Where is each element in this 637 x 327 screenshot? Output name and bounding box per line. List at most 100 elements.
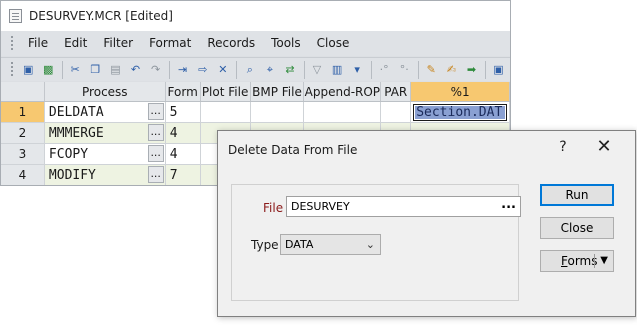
delete-data-dialog: Delete Data From File ? ✕ File DESURVEY …: [217, 130, 636, 317]
menu-edit[interactable]: Edit: [56, 31, 95, 56]
row-number[interactable]: 1: [1, 102, 45, 122]
process-cell[interactable]: MODIFY ...: [44, 165, 166, 185]
toolbar-separator: [236, 60, 238, 79]
redo-icon[interactable]: ↷: [147, 60, 164, 79]
process-cell[interactable]: MMMERGE ...: [44, 123, 166, 143]
process-value: FCOPY: [48, 147, 89, 162]
menu-filter[interactable]: Filter: [95, 31, 141, 56]
help-icon[interactable]: ?: [555, 139, 571, 155]
header-bmp-file[interactable]: BMP File: [251, 82, 305, 101]
decimal-decrease-icon[interactable]: °·: [396, 60, 413, 79]
save-icon[interactable]: ▣: [20, 60, 37, 79]
menu-bar: File Edit Filter Format Records Tools Cl…: [1, 31, 510, 56]
process-value: MODIFY: [48, 168, 96, 183]
close-button[interactable]: Close: [540, 217, 614, 239]
bmp-file-cell[interactable]: [250, 102, 305, 122]
menu-format[interactable]: Format: [141, 31, 199, 56]
form-cell[interactable]: 4: [165, 144, 201, 164]
undo-icon[interactable]: ↶: [127, 60, 144, 79]
row-number[interactable]: 2: [1, 123, 45, 143]
type-select[interactable]: DATA ⌄: [280, 234, 381, 255]
process-value: DELDATA: [48, 105, 104, 120]
header-form[interactable]: Form: [166, 82, 201, 101]
menu-records[interactable]: Records: [199, 31, 263, 56]
dropdown-icon[interactable]: ▾: [349, 60, 366, 79]
process-ellipsis-button[interactable]: ...: [147, 124, 164, 141]
header-append-rop[interactable]: Append-ROP: [304, 82, 382, 101]
par-cell[interactable]: [381, 102, 412, 122]
append-row-icon[interactable]: ⇨: [194, 60, 211, 79]
file-browse-button[interactable]: ...: [501, 195, 516, 214]
type-value: DATA: [285, 238, 314, 251]
excel-icon[interactable]: ▩: [40, 60, 57, 79]
file-label: File: [263, 201, 284, 215]
plot-file-cell[interactable]: [200, 102, 251, 122]
find-next-icon[interactable]: ⌖: [261, 60, 278, 79]
process-ellipsis-button[interactable]: ...: [147, 103, 164, 120]
toolbar-separator: [485, 60, 486, 79]
forms-divider: [594, 254, 595, 268]
form-value: 4: [169, 126, 178, 141]
form-cell[interactable]: 5: [165, 102, 201, 122]
edit-form-icon[interactable]: ✎: [423, 60, 440, 79]
filter-icon[interactable]: ▽: [308, 60, 325, 79]
toolbar-separator: [370, 60, 372, 79]
form-value: 5: [169, 105, 178, 120]
replace-icon[interactable]: ⇄: [281, 60, 298, 79]
toolbar: ▣ ▩ ✂ ❐ ▤ ↶ ↷ ⇥ ⇨ ✕ ⌕ ⌖ ⇄ ▽ ▥ ▾ ·° °· ✎ ✍ ➡ ▣: [1, 57, 510, 81]
form-cell[interactable]: 7: [165, 165, 201, 185]
menu-tools[interactable]: Tools: [263, 31, 309, 56]
forms-dropdown-icon[interactable]: ▼: [600, 251, 608, 271]
copy-icon[interactable]: ❐: [87, 60, 104, 79]
header-percent1[interactable]: %1: [411, 82, 510, 101]
decimal-increase-icon[interactable]: ·°: [376, 60, 393, 79]
delete-row-icon[interactable]: ✕: [214, 60, 231, 79]
row-number[interactable]: 3: [1, 144, 45, 164]
header-process[interactable]: Process: [45, 82, 166, 101]
menu-file[interactable]: File: [20, 31, 56, 56]
append-rop-cell[interactable]: [304, 102, 382, 122]
corner-header: [1, 82, 45, 101]
chevron-down-icon: ⌄: [365, 238, 375, 251]
form-cell[interactable]: 4: [165, 123, 201, 143]
process-cell[interactable]: DELDATA ...: [44, 102, 166, 122]
toolbar-grip-icon: [10, 61, 14, 78]
process-cell[interactable]: FCOPY ...: [44, 144, 166, 164]
type-label: Type: [251, 238, 279, 252]
toolbar-separator: [417, 60, 419, 79]
menu-grip-icon: [10, 35, 14, 52]
columns-icon[interactable]: ▥: [329, 60, 346, 79]
header-plot-file[interactable]: Plot File: [201, 82, 251, 101]
percent1-value[interactable]: Section.DAT: [413, 104, 507, 121]
row-number[interactable]: 4: [1, 165, 45, 185]
run-icon[interactable]: ➡: [463, 60, 480, 79]
forms-button[interactable]: Forms ▼: [540, 250, 614, 272]
find-icon[interactable]: ⌕: [241, 60, 258, 79]
toolbar-separator: [303, 60, 305, 79]
cut-icon[interactable]: ✂: [67, 60, 84, 79]
app-icon: [9, 9, 22, 23]
insert-row-icon[interactable]: ⇥: [174, 60, 191, 79]
close-icon[interactable]: ✕: [595, 138, 613, 156]
new-form-icon[interactable]: ✍: [443, 60, 460, 79]
file-value: DESURVEY: [291, 200, 350, 213]
process-ellipsis-button[interactable]: ...: [147, 166, 164, 183]
toolbar-separator: [169, 60, 171, 79]
form-value: 7: [169, 168, 178, 183]
toolbar-separator: [61, 60, 63, 79]
window-title: DESURVEY.MCR [Edited]: [29, 9, 173, 23]
forms-label: orms: [567, 254, 598, 268]
percent1-cell[interactable]: Section.DAT: [411, 102, 510, 122]
process-ellipsis-button[interactable]: ...: [147, 145, 164, 162]
table-row[interactable]: 1 DELDATA ... 5 Section.DAT: [1, 102, 510, 123]
header-par[interactable]: PAR: [381, 82, 412, 101]
process-value: MMMERGE: [48, 126, 104, 141]
more-icon[interactable]: ▣: [490, 60, 507, 79]
title-bar: DESURVEY.MCR [Edited]: [1, 1, 510, 31]
menu-close[interactable]: Close: [309, 31, 358, 56]
file-input[interactable]: DESURVEY ...: [286, 196, 521, 217]
form-value: 4: [169, 147, 178, 162]
paste-icon[interactable]: ▤: [107, 60, 124, 79]
run-button[interactable]: Run: [540, 184, 614, 206]
grid-header: Process Form Plot File BMP File Append-R…: [1, 82, 510, 102]
